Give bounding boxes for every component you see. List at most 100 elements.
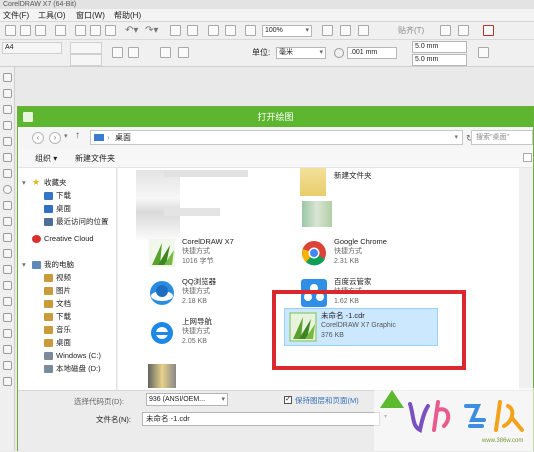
open-icon[interactable] [20,25,31,36]
file-item[interactable]: QQ浏览器 快捷方式 2.18 KB [134,276,284,320]
nav-creative-cloud[interactable]: Creative Cloud [18,232,117,245]
search-input[interactable]: 搜索"桌面" [471,130,533,145]
menu-window[interactable]: 窗口(W) [76,9,105,22]
redo-icon[interactable]: ↷▾ [145,25,158,36]
parallel-dimension-tool-icon[interactable] [3,233,12,242]
forward-icon[interactable]: › [49,132,61,144]
path-breadcrumb[interactable]: › 桌面 ▾ [90,130,463,145]
nav-recent[interactable]: 最近访问的位置 [18,215,117,228]
publish-pdf-icon[interactable] [208,25,219,36]
paste-icon[interactable] [105,25,116,36]
keep-layers-checkbox[interactable]: ✓ [284,396,292,404]
pick-tool-icon[interactable] [3,73,12,82]
app-launcher-icon[interactable] [225,25,236,36]
paper-width-field[interactable] [70,42,102,54]
freehand-tool-icon[interactable] [3,137,12,146]
smart-fill-tool-icon[interactable] [3,329,12,338]
up-icon[interactable]: ↑ [75,130,80,141]
paper-height-field[interactable] [70,54,102,66]
nav-drive-c[interactable]: Windows (C:) [18,349,117,362]
transparency-tool-icon[interactable] [3,281,12,290]
nav-downloads[interactable]: 下载 [18,189,117,202]
nav-music[interactable]: 音乐 [18,323,117,336]
file-item[interactable]: 上网导航 快捷方式 2.05 KB [134,316,284,360]
show-rulers-icon[interactable] [340,25,351,36]
blurred-file-icon[interactable] [302,201,332,227]
internet-explorer-icon [151,322,173,344]
menu-help[interactable]: 帮助(H) [114,9,141,22]
connector-tool-icon[interactable] [3,249,12,258]
zoom-select[interactable]: 100% ▾ [262,25,312,37]
shape-tool-icon[interactable] [3,89,12,98]
menu-file[interactable]: 文件(F) [3,9,29,22]
duplicate-distance-y[interactable]: 5.0 mm [412,54,467,66]
eyedropper-tool-icon[interactable] [3,297,12,306]
outline-pen-tool-icon[interactable] [3,345,12,354]
drop-shadow-tool-icon[interactable] [3,265,12,274]
menu-tools[interactable]: 工具(O) [38,9,66,22]
welcome-screen-icon[interactable] [245,25,256,36]
landscape-icon[interactable] [128,47,139,58]
keep-layers-label[interactable]: 保持图层和页面(M) [295,395,359,406]
current-page-icon[interactable] [178,47,189,58]
portrait-icon[interactable] [112,47,123,58]
units-select[interactable]: 毫米 ▾ [276,47,326,59]
artistic-media-tool-icon[interactable] [3,153,12,162]
text-tool-icon[interactable] [3,217,12,226]
view-options-icon[interactable] [523,153,532,162]
show-grid-icon[interactable] [358,25,369,36]
nav-desktop[interactable]: 桌面 [18,202,117,215]
file-item[interactable]: Google Chrome 快捷方式 2.31 KB [286,236,436,280]
undo-icon[interactable]: ↶▾ [125,25,138,36]
new-document-icon[interactable] [5,25,16,36]
launch-icon[interactable] [483,25,494,36]
add-tool-icon[interactable] [3,377,12,386]
import-icon[interactable] [170,25,181,36]
export-icon[interactable] [187,25,198,36]
nav-pc-downloads[interactable]: 下载 [18,310,117,323]
nav-videos[interactable]: 视频 [18,271,117,284]
back-icon[interactable]: ‹ [32,132,44,144]
ellipse-tool-icon[interactable] [3,185,12,194]
breadcrumb-desktop[interactable]: 桌面 [115,131,131,144]
nav-documents[interactable]: 文档 [18,297,117,310]
all-pages-icon[interactable] [160,47,171,58]
polygon-tool-icon[interactable] [3,201,12,210]
new-folder-button[interactable]: 新建文件夹 [75,153,115,164]
duplicate-distance-x[interactable]: 5.0 mm [412,41,467,53]
zoom-tool-icon[interactable] [3,121,12,130]
nav-pictures[interactable]: 图片 [18,284,117,297]
nav-favorites[interactable]: ▾ ★ 收藏夹 [18,176,117,189]
blurred-file-icon[interactable] [148,364,176,388]
file-name: 上网导航 [182,317,212,326]
interactive-fill-tool-icon[interactable] [3,313,12,322]
filename-input[interactable]: 未命名 -1.cdr [142,412,380,426]
selected-file-item[interactable]: 未命名 -1.cdr CorelDRAW X7 Graphic 376 KB [284,308,438,346]
rectangle-tool-icon[interactable] [3,169,12,178]
fill-tool-icon[interactable] [3,361,12,370]
codepage-select[interactable]: 936 (ANSI/OEM... ▾ [146,393,228,406]
blurred-file-icon[interactable] [136,170,180,240]
nav-pc-desktop[interactable]: 桌面 [18,336,117,349]
path-dropdown-icon[interactable]: ▾ [454,131,458,144]
copy-icon[interactable] [90,25,101,36]
nav-computer[interactable]: ▾ 我的电脑 [18,258,117,271]
crop-tool-icon[interactable] [3,105,12,114]
file-list-scrollbar[interactable] [519,168,533,390]
file-item[interactable]: CorelDRAW X7 快捷方式 1016 字节 [134,236,284,280]
nudge-distance-field[interactable]: .001 mm [347,47,397,59]
cut-icon[interactable] [75,25,86,36]
snap-to-button[interactable]: 贴齐(T) [398,25,424,37]
options-icon[interactable] [440,25,451,36]
organize-button[interactable]: 组织 ▾ [35,153,57,164]
nav-drive-d[interactable]: 本地磁盘 (D:) [18,362,117,375]
full-screen-icon[interactable] [322,25,333,36]
file-name: CorelDRAW X7 [182,237,234,246]
treat-as-filled-icon[interactable] [478,47,489,58]
save-icon[interactable] [35,25,46,36]
print-icon[interactable] [55,25,66,36]
recent-locations-icon[interactable]: ▾ [64,132,68,140]
paper-size-select[interactable]: A4 [2,42,62,54]
expand-arrow-icon: ▾ [22,260,26,269]
application-options-icon[interactable] [458,25,469,36]
